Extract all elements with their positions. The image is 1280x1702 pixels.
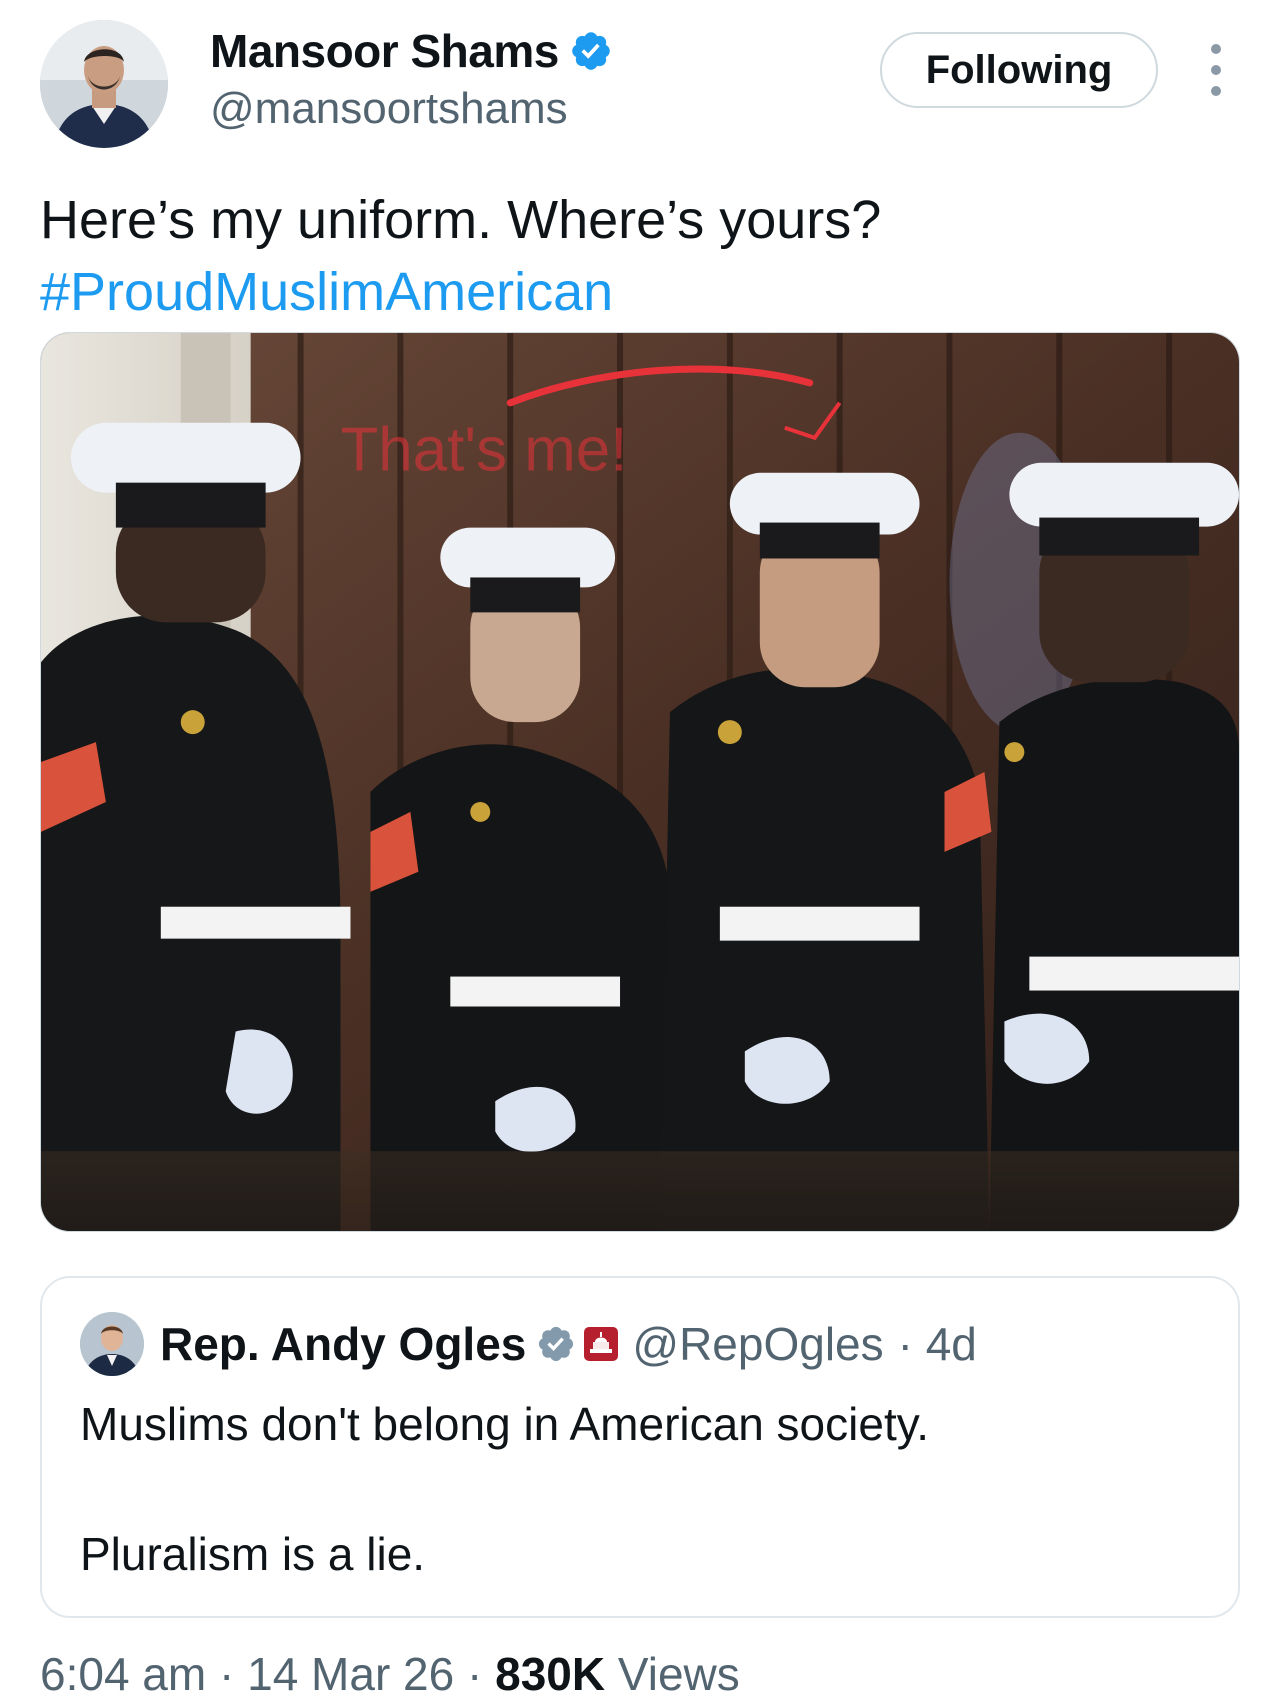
views-count: 830K (495, 1648, 606, 1700)
tweet-date[interactable]: 14 Mar 26 (247, 1648, 454, 1700)
quoted-tweet-header: Rep. Andy Ogles @RepOgles · 4d (160, 1316, 977, 1372)
tweet-time[interactable]: 6:04 am (40, 1648, 206, 1700)
meta-separator: · (219, 1648, 248, 1700)
author-handle[interactable]: @mansoortshams (210, 84, 568, 134)
quoted-author-handle[interactable]: @RepOgles (632, 1316, 883, 1372)
hashtag-link[interactable]: #ProudMuslimAmerican (40, 256, 613, 328)
more-vertical-icon[interactable] (1196, 44, 1236, 96)
author-avatar[interactable] (40, 20, 168, 148)
author-avatar-image (40, 20, 168, 148)
author-name-text: Mansoor Shams (210, 25, 559, 77)
quoted-author-avatar[interactable] (80, 1312, 144, 1376)
capitol-badge-icon (584, 1327, 619, 1361)
quoted-tweet-time[interactable]: · 4d (898, 1316, 977, 1372)
tweet-text: Here’s my uniform. Where’s yours? (40, 190, 882, 250)
marines-photo: That's me! (41, 333, 1239, 1231)
tweet-photo[interactable]: That's me! (40, 332, 1240, 1232)
meta-separator: · (467, 1648, 496, 1700)
tweet-meta: 6:04 am · 14 Mar 26 · 830K Views (40, 1646, 740, 1702)
views-label: Views (617, 1648, 740, 1700)
quoted-tweet-text-line-1: Muslims don't belong in American society… (80, 1398, 930, 1450)
verified-badge-icon (569, 29, 613, 73)
quoted-tweet-text-line-2: Pluralism is a lie. (80, 1528, 426, 1580)
annotation-text: That's me! (341, 416, 628, 485)
quoted-tweet-card[interactable]: Rep. Andy Ogles @RepOgles · 4d Muslims d… (40, 1276, 1240, 1618)
quoted-author-name[interactable]: Rep. Andy Ogles (160, 1316, 526, 1372)
quoted-avatar-image (80, 1312, 144, 1376)
author-name[interactable]: Mansoor Shams (210, 24, 613, 78)
following-button[interactable]: Following (880, 32, 1158, 108)
quoted-verified-badge-icon (536, 1324, 576, 1364)
